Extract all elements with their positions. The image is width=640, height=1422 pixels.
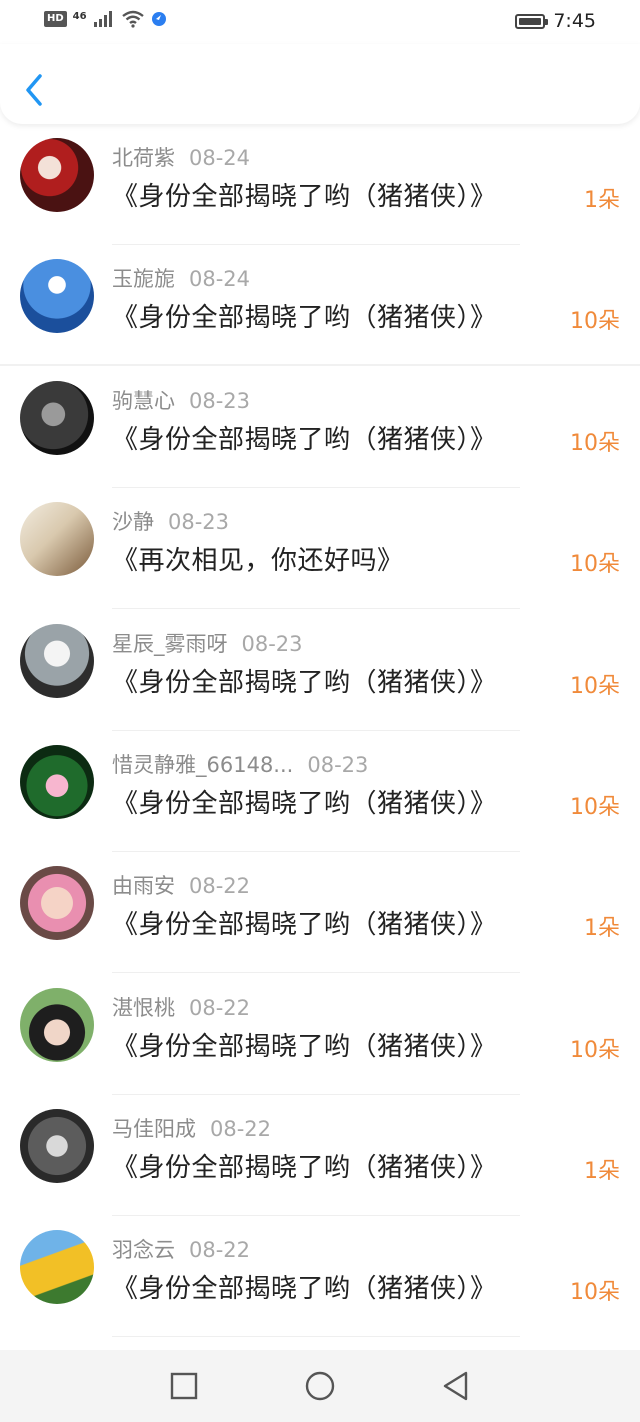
system-nav-bar	[0, 1350, 640, 1422]
app-notification-icon	[151, 12, 166, 26]
work-title[interactable]: 《身份全部揭晓了哟（猪猪侠）》	[112, 297, 497, 334]
work-title[interactable]: 《身份全部揭晓了哟（猪猪侠）》	[112, 904, 497, 941]
divider	[112, 972, 520, 973]
list-item[interactable]: 马佳阳成 08-22 《身份全部揭晓了哟（猪猪侠）》 1朵	[0, 1095, 640, 1216]
item-date: 08-22	[189, 874, 251, 898]
item-date: 08-23	[307, 753, 369, 777]
triangle-back-icon	[443, 1371, 468, 1401]
user-name[interactable]: 湛恨桃	[112, 996, 175, 1020]
item-date: 08-24	[189, 267, 251, 291]
wifi-icon	[121, 10, 144, 28]
flower-count: 10朵	[570, 674, 620, 699]
user-name[interactable]: 羽念云	[112, 1238, 175, 1262]
user-name[interactable]: 玉旎旎	[112, 267, 175, 291]
item-meta: 北荷紫 08-24	[112, 142, 250, 172]
item-meta: 由雨安 08-22	[112, 870, 250, 900]
item-date: 08-22	[189, 996, 251, 1020]
system-back-button[interactable]	[440, 1370, 472, 1402]
back-button[interactable]	[20, 70, 50, 110]
flower-count: 10朵	[570, 552, 620, 577]
avatar[interactable]	[20, 138, 94, 212]
list-item[interactable]: 羽念云 08-22 《身份全部揭晓了哟（猪猪侠）》 10朵	[0, 1216, 640, 1337]
avatar[interactable]	[20, 502, 94, 576]
item-date: 08-23	[241, 632, 303, 656]
battery-icon	[515, 13, 549, 29]
list-item[interactable]: 北荷紫 08-24 《身份全部揭晓了哟（猪猪侠）》 1朵	[0, 124, 640, 245]
item-meta: 羽念云 08-22	[112, 1234, 250, 1264]
item-date: 08-24	[189, 146, 251, 170]
divider	[112, 1336, 520, 1337]
flower-count: 1朵	[584, 188, 620, 213]
avatar[interactable]	[20, 745, 94, 819]
flower-count: 10朵	[570, 795, 620, 820]
item-meta: 驹慧心 08-23	[112, 385, 250, 415]
work-title[interactable]: 《再次相见，你还好吗》	[112, 540, 404, 577]
work-title[interactable]: 《身份全部揭晓了哟（猪猪侠）》	[112, 419, 497, 456]
item-meta: 湛恨桃 08-22	[112, 992, 250, 1022]
flower-count: 10朵	[570, 1280, 620, 1305]
work-title[interactable]: 《身份全部揭晓了哟（猪猪侠）》	[112, 662, 497, 699]
item-meta: 马佳阳成 08-22	[112, 1113, 271, 1143]
recent-apps-button[interactable]	[168, 1370, 200, 1402]
item-meta: 星辰_雾雨呀 08-23	[112, 628, 303, 658]
avatar[interactable]	[20, 381, 94, 455]
flower-count: 10朵	[570, 1038, 620, 1063]
clock: 7:45	[553, 10, 596, 32]
work-title[interactable]: 《身份全部揭晓了哟（猪猪侠）》	[112, 176, 497, 213]
avatar[interactable]	[20, 1109, 94, 1183]
list-item[interactable]: 星辰_雾雨呀 08-23 《身份全部揭晓了哟（猪猪侠）》 10朵	[0, 610, 640, 731]
flower-count: 1朵	[584, 916, 620, 941]
list-item[interactable]: 沙静 08-23 《再次相见，你还好吗》 10朵	[0, 488, 640, 609]
user-name[interactable]: 驹慧心	[112, 389, 175, 413]
home-button[interactable]	[304, 1370, 336, 1402]
flower-count: 10朵	[570, 431, 620, 456]
work-title[interactable]: 《身份全部揭晓了哟（猪猪侠）》	[112, 1026, 497, 1063]
work-title[interactable]: 《身份全部揭晓了哟（猪猪侠）》	[112, 783, 497, 820]
list-item[interactable]: 驹慧心 08-23 《身份全部揭晓了哟（猪猪侠）》 10朵	[0, 367, 640, 488]
header	[0, 44, 640, 124]
item-meta: 玉旎旎 08-24	[112, 263, 250, 293]
item-date: 08-23	[189, 389, 251, 413]
user-name[interactable]: 北荷紫	[112, 146, 175, 170]
flower-count: 10朵	[570, 309, 620, 334]
flower-count: 1朵	[584, 1159, 620, 1184]
avatar[interactable]	[20, 988, 94, 1062]
square-icon	[170, 1372, 198, 1400]
chevron-left-icon	[26, 74, 42, 106]
list-item[interactable]: 惜灵静雅_66148... 08-23 《身份全部揭晓了哟（猪猪侠）》 10朵	[0, 731, 640, 852]
user-name[interactable]: 星辰_雾雨呀	[112, 632, 228, 656]
signal-icon	[93, 11, 112, 27]
item-meta: 惜灵静雅_66148... 08-23	[112, 749, 368, 779]
network-type: 46	[72, 10, 87, 22]
avatar[interactable]	[20, 624, 94, 698]
divider	[112, 608, 520, 609]
work-title[interactable]: 《身份全部揭晓了哟（猪猪侠）》	[112, 1147, 497, 1184]
user-name[interactable]: 由雨安	[112, 874, 175, 898]
avatar[interactable]	[20, 1230, 94, 1304]
list-item[interactable]: 由雨安 08-22 《身份全部揭晓了哟（猪猪侠）》 1朵	[0, 852, 640, 973]
divider	[0, 364, 640, 366]
circle-icon	[305, 1371, 335, 1401]
item-date: 08-22	[210, 1117, 272, 1141]
item-meta: 沙静 08-23	[112, 506, 229, 536]
gift-record-list: 北荷紫 08-24 《身份全部揭晓了哟（猪猪侠）》 1朵 玉旎旎 08-24 《身份全部揭晓…	[0, 124, 640, 1350]
item-date: 08-23	[168, 510, 230, 534]
user-name[interactable]: 惜灵静雅_66148...	[112, 753, 293, 777]
hd-badge: HD	[44, 11, 67, 27]
user-name[interactable]: 马佳阳成	[112, 1117, 196, 1141]
list-item[interactable]: 湛恨桃 08-22 《身份全部揭晓了哟（猪猪侠）》 10朵	[0, 974, 640, 1095]
status-right: 7:45	[515, 10, 596, 32]
avatar[interactable]	[20, 259, 94, 333]
status-left: HD 46	[44, 10, 167, 28]
list-item[interactable]: 玉旎旎 08-24 《身份全部揭晓了哟（猪猪侠）》 10朵	[0, 245, 640, 366]
work-title[interactable]: 《身份全部揭晓了哟（猪猪侠）》	[112, 1268, 497, 1305]
status-bar: HD 46 7:45	[0, 0, 640, 44]
avatar[interactable]	[20, 866, 94, 940]
item-date: 08-22	[189, 1238, 251, 1262]
user-name[interactable]: 沙静	[112, 510, 154, 534]
